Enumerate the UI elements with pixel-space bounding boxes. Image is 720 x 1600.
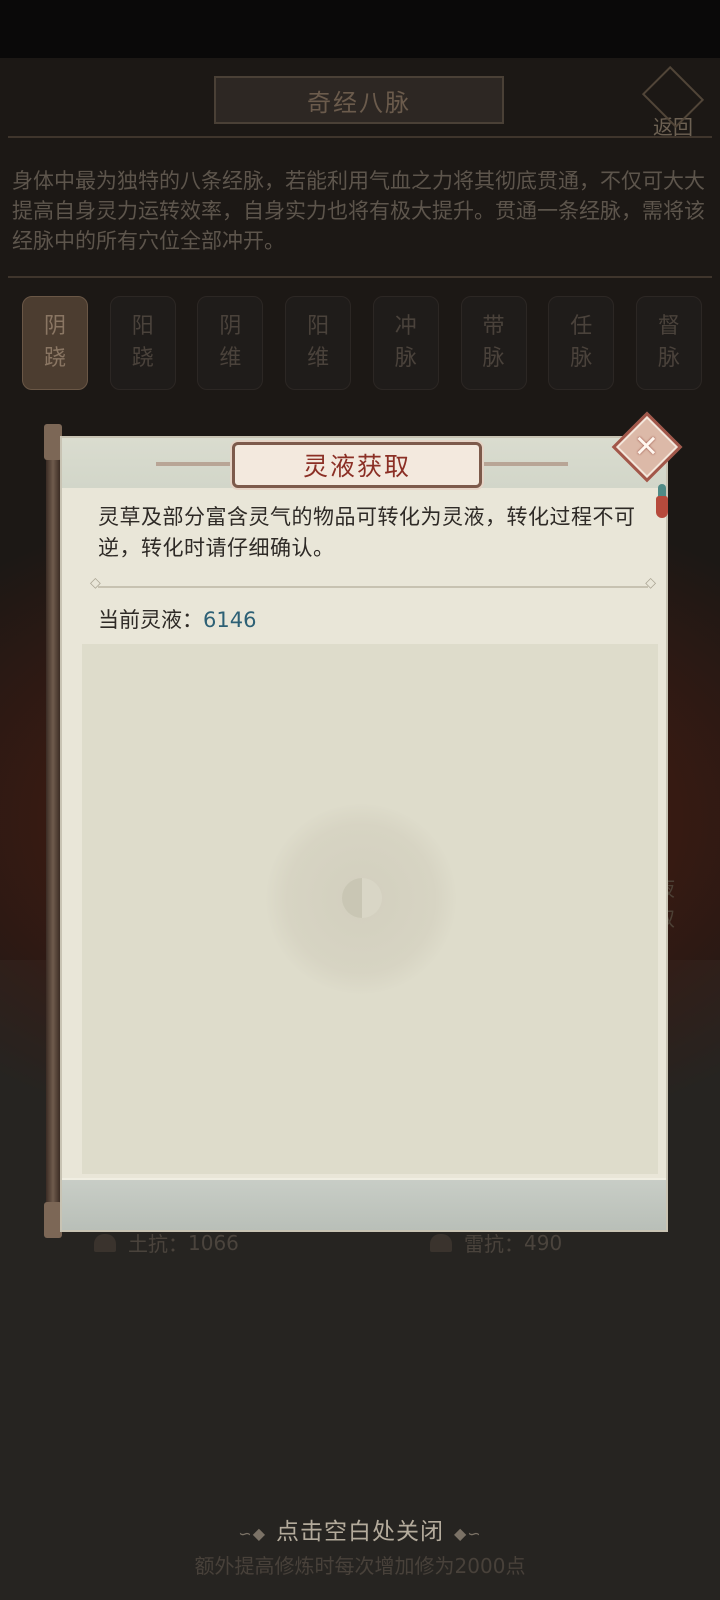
thunder-icon: [430, 1233, 452, 1252]
cultivation-bonus-text: 额外提高修炼时每次增加修为2000点: [194, 1554, 526, 1578]
tab-yinqiao[interactable]: 阴 跷: [22, 296, 88, 390]
dialog-description: 灵草及部分富含灵气的物品可转化为灵液，转化过程不可逆，转化时请仔细确认。: [98, 505, 636, 560]
tab-yangwei[interactable]: 阳 维: [285, 296, 352, 390]
earth-icon: [94, 1233, 116, 1252]
scroll-rod: [44, 424, 62, 1238]
item-list-area[interactable]: [82, 644, 658, 1174]
spirit-liquid-dialog: 灵草及部分富含灵气的物品可转化为灵液，转化过程不可逆，转化时请仔细确认。 当前灵…: [44, 411, 683, 1238]
back-emblem-icon: [641, 65, 705, 129]
close-x-icon: ✕: [634, 429, 660, 465]
header-divider: [8, 136, 712, 138]
hint-ornament-right-icon: ◆∽: [454, 1524, 482, 1543]
taiji-icon: [342, 878, 382, 918]
tab-yinwei[interactable]: 阴 维: [197, 296, 264, 390]
dialog-panel: 灵草及部分富含灵气的物品可转化为灵液，转化过程不可逆，转化时请仔细确认。 当前灵…: [60, 436, 668, 1232]
current-value: 6146: [203, 608, 257, 632]
meridian-description: 身体中最为独特的八条经脉，若能利用气血之力将其彻底贯通，不仅可大大提高自身灵力运…: [12, 169, 705, 253]
tab-renmai[interactable]: 任 脉: [548, 296, 615, 390]
close-hint-label: 点击空白处关闭: [276, 1519, 444, 1545]
description-divider: [8, 276, 712, 278]
tab-yangqiao[interactable]: 阳 跷: [109, 296, 176, 390]
tab-dumai[interactable]: 督 脉: [635, 296, 702, 390]
tab-daimai[interactable]: 带 脉: [460, 296, 527, 390]
back-button[interactable]: 返回: [640, 65, 706, 140]
tassel-decoration: [656, 484, 668, 518]
meridian-tabs: 阴 跷 阳 跷 阴 维 阳 维 冲 脉 带 脉 任 脉 督 脉: [22, 296, 702, 390]
dialog-title: 灵液获取: [232, 442, 482, 488]
current-spirit-liquid: 当前灵液：6146: [98, 604, 256, 634]
page-title: 奇经八脉: [214, 76, 504, 124]
tap-to-close-hint[interactable]: ∽◆ 点击空白处关闭 ◆∽: [0, 1512, 720, 1546]
yinyang-watermark-icon: [266, 804, 456, 994]
current-label: 当前灵液：: [98, 608, 203, 632]
tab-chongmai[interactable]: 冲 脉: [372, 296, 439, 390]
title-ornament-right: [472, 462, 568, 466]
hint-ornament-left-icon: ∽◆: [238, 1524, 266, 1543]
dialog-footer: [62, 1178, 666, 1230]
dialog-divider: [90, 575, 656, 591]
